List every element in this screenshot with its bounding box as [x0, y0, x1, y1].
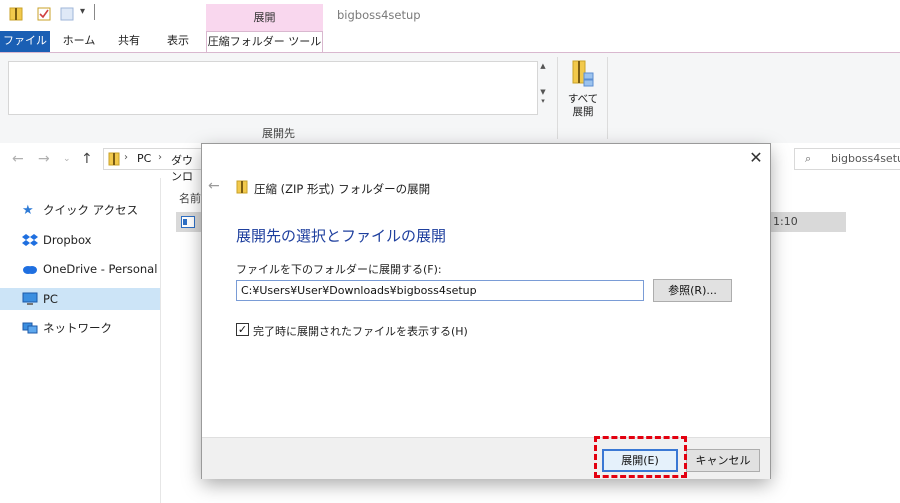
group-divider	[557, 57, 558, 139]
show-files-checkbox-label[interactable]: 完了時に展開されたファイルを表示する(H)	[253, 323, 468, 339]
properties-icon[interactable]	[37, 7, 51, 21]
address-bar[interactable]: › PC › ダウンロ	[103, 148, 203, 183]
recent-dropdown-icon[interactable]: ⌄	[63, 154, 71, 164]
browse-button[interactable]: 参照(R)...	[653, 279, 732, 302]
dialog-heading: 展開先の選択とファイルの展開	[236, 227, 447, 245]
forward-icon[interactable]: →	[38, 151, 50, 167]
sidebar-item-label: OneDrive - Personal	[43, 262, 158, 276]
dropbox-icon	[22, 234, 38, 246]
highlight-box	[594, 436, 687, 478]
search-icon: ⌕	[805, 152, 812, 165]
sidebar-item-dropbox[interactable]: Dropbox	[0, 229, 160, 251]
extract-all-button[interactable]: すべて 展開	[562, 59, 604, 119]
search-box[interactable]: ⌕ bigboss4setup	[794, 148, 900, 170]
extract-destination-gallery[interactable]	[8, 61, 538, 115]
tab-compressed-folder-tools[interactable]: 圧縮フォルダー ツール	[206, 31, 323, 53]
sidebar-item-label: クイック アクセス	[43, 203, 139, 217]
zip-folder-icon	[108, 152, 120, 166]
installer-file-icon	[181, 216, 195, 228]
ribbon-panel: ▲ ▼ ▾ 展開先 すべて 展開	[0, 52, 900, 144]
context-tab-header: 展開	[206, 4, 323, 31]
destination-label: ファイルを下のフォルダーに展開する(F):	[236, 263, 442, 276]
column-header-name[interactable]: 名前	[179, 190, 201, 206]
navigation-pane: ★ クイック アクセス Dropbox OneDrive - Personal …	[0, 178, 161, 503]
tab-file[interactable]: ファイル	[0, 31, 50, 52]
extract-all-label-2: 展開	[572, 106, 594, 118]
window-title: bigboss4setup	[337, 8, 421, 22]
up-icon[interactable]: ↑	[81, 151, 93, 167]
tab-view[interactable]: 表示	[155, 31, 201, 52]
sidebar-item-label: ネットワーク	[43, 321, 112, 335]
network-icon	[22, 322, 38, 334]
pc-icon	[22, 292, 38, 305]
gallery-more-icon[interactable]: ▾	[537, 97, 549, 105]
tab-share[interactable]: 共有	[107, 31, 151, 52]
title-bar: ▾ 展開 bigboss4setup	[0, 0, 900, 31]
cloud-icon	[23, 266, 37, 274]
sidebar-item-onedrive[interactable]: OneDrive - Personal	[0, 258, 160, 280]
group-label-destination: 展開先	[262, 127, 295, 140]
sidebar-item-network[interactable]: ネットワーク	[0, 317, 160, 339]
sidebar-item-quick-access[interactable]: ★ クイック アクセス	[0, 199, 160, 221]
scroll-down-icon[interactable]: ▼	[537, 87, 549, 97]
dialog-back-icon[interactable]: ←	[208, 178, 220, 194]
sidebar-item-label: Dropbox	[43, 233, 92, 247]
extract-dialog: ✕ ← 圧縮 (ZIP 形式) フォルダーの展開 展開先の選択とファイルの展開 …	[202, 144, 770, 479]
tab-home[interactable]: ホーム	[55, 31, 103, 52]
zip-folder-icon	[236, 180, 248, 194]
show-files-checkbox[interactable]: ✓	[236, 323, 249, 336]
gallery-scroll[interactable]: ▲ ▼ ▾	[537, 61, 549, 115]
ribbon-tabs: ファイル ホーム 共有 表示 圧縮フォルダー ツール	[0, 31, 900, 53]
cancel-button[interactable]: キャンセル	[686, 449, 760, 472]
back-icon[interactable]: ←	[12, 151, 24, 167]
extract-all-icon	[572, 60, 594, 87]
dialog-title: 圧縮 (ZIP 形式) フォルダーの展開	[254, 182, 431, 196]
breadcrumb-downloads[interactable]: ダウンロ	[171, 152, 202, 184]
breadcrumb-separator-icon: ›	[158, 152, 162, 163]
close-icon[interactable]: ✕	[749, 150, 763, 166]
scroll-up-icon[interactable]: ▲	[537, 61, 549, 71]
new-folder-icon[interactable]	[60, 7, 74, 21]
search-placeholder: bigboss4setup	[831, 152, 900, 165]
group-divider	[607, 57, 608, 139]
breadcrumb-separator-icon: ›	[124, 152, 128, 163]
zip-folder-icon	[9, 7, 23, 21]
file-modified-time: 1:10	[773, 215, 798, 228]
breadcrumb-pc[interactable]: PC	[137, 152, 151, 165]
star-icon: ★	[22, 203, 34, 218]
sidebar-item-label: PC	[43, 292, 58, 306]
sidebar-item-pc[interactable]: PC	[0, 288, 160, 310]
qat-dropdown-icon[interactable]: ▾	[80, 6, 85, 17]
qat-separator	[94, 4, 95, 20]
destination-path-field[interactable]: C:¥Users¥User¥Downloads¥bigboss4setup	[236, 280, 644, 301]
extract-all-label-1: すべて	[567, 93, 599, 105]
